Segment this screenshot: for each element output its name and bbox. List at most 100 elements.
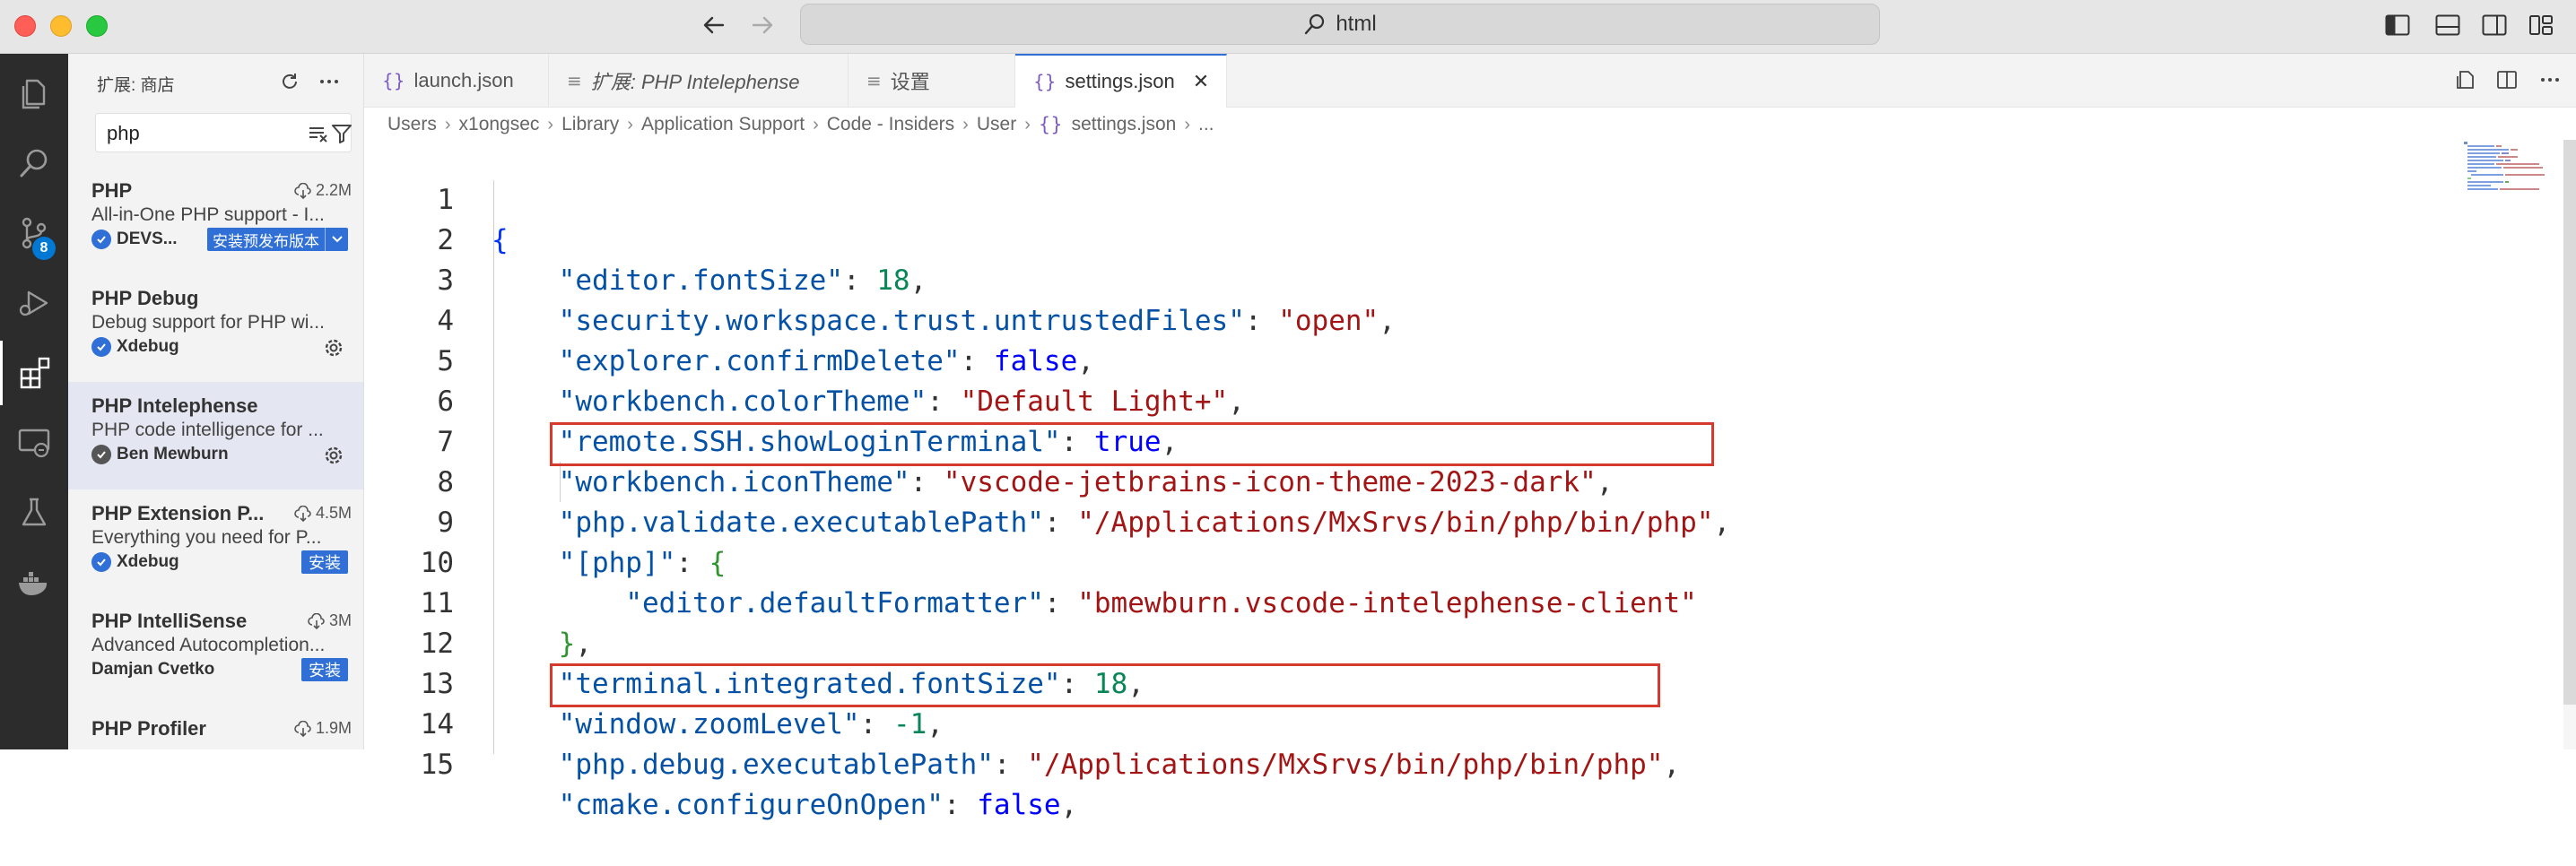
editor-more-actions-button[interactable]: [2535, 65, 2565, 95]
breadcrumb-item[interactable]: ...: [1198, 114, 1214, 135]
code-line: 12 "terminal.integrated.fontSize": 18,: [364, 584, 2517, 700]
breadcrumb-item[interactable]: Users: [387, 114, 437, 135]
open-settings-ui-button[interactable]: [2450, 65, 2481, 95]
chevron-right-icon: ›: [813, 114, 819, 134]
more-actions-button[interactable]: [314, 66, 344, 97]
code-line: 5 "workbench.colorTheme": "Default Light…: [364, 301, 2517, 418]
extension-item-php-debug[interactable]: PHP Debug Debug support for PHP wi... Xd…: [68, 274, 363, 382]
extensions-view-button[interactable]: [0, 341, 68, 405]
back-button[interactable]: [696, 9, 732, 41]
breadcrumb-item[interactable]: Code - Insiders: [827, 114, 954, 135]
clear-search-button[interactable]: [308, 123, 329, 149]
cloud-download-icon: [308, 612, 325, 629]
search-view-button[interactable]: [0, 131, 68, 195]
code-line: 9 "[php]": {: [364, 463, 2517, 579]
files-icon: [22, 79, 46, 109]
install-options-dropdown[interactable]: [325, 228, 348, 251]
docker-whale-icon: [19, 572, 48, 595]
extension-downloads: 3M: [308, 611, 352, 630]
zoom-window-button[interactable]: [86, 15, 108, 37]
line-number: 15: [420, 749, 454, 781]
run-debug-icon: [19, 290, 48, 316]
tab-launch-json[interactable]: {} launch.json: [364, 54, 549, 108]
testing-view-button[interactable]: [0, 481, 68, 545]
json-file-icon: {}: [1033, 71, 1057, 92]
extension-item-php-extension-pack[interactable]: PHP Extension P... 4.5M Everything you n…: [68, 489, 363, 597]
refresh-button[interactable]: [274, 66, 305, 97]
breadcrumb-item[interactable]: x1ongsec: [459, 114, 540, 135]
chevron-right-icon: ›: [627, 114, 633, 134]
manage-extension-button[interactable]: [321, 443, 346, 468]
extension-item-php-profiler[interactable]: PHP Profiler 1.9M: [68, 705, 363, 749]
extensions-search-input[interactable]: php: [95, 113, 352, 152]
close-window-button[interactable]: [14, 15, 36, 37]
extension-name: PHP Extension P...: [91, 502, 265, 524]
toggle-secondary-sidebar-button[interactable]: [2479, 11, 2510, 39]
title-bar: html: [0, 0, 2576, 54]
tab-settings[interactable]: ≡ 设置: [849, 54, 1015, 108]
command-center-search[interactable]: html: [800, 4, 1880, 45]
breadcrumb-item[interactable]: Library: [561, 114, 619, 135]
chevron-right-icon: ›: [1184, 114, 1190, 134]
publisher-name: DEVS...: [117, 229, 178, 248]
json-value: "/Applications/MxSrvs/bin/php/bin/php": [1027, 749, 1664, 781]
extension-description: PHP code intelligence for ...: [91, 420, 324, 440]
extension-item-php-intelephense[interactable]: PHP Intelephense PHP code intelligence f…: [68, 382, 363, 489]
extension-description: Everything you need for P...: [91, 527, 322, 548]
extension-item-php[interactable]: PHP 2.2M All-in-One PHP support - I... D…: [68, 167, 363, 274]
extensions-search-value: php: [107, 122, 140, 144]
code-line: 1 {: [364, 140, 2517, 256]
split-editor-icon: [2497, 71, 2517, 89]
filter-button[interactable]: [331, 123, 352, 149]
publisher-name: Damjan Cvetko: [91, 660, 215, 679]
json-file-icon: {}: [1038, 114, 1063, 135]
extension-downloads: 2.2M: [294, 181, 352, 200]
json-value: false: [977, 789, 1061, 821]
cloud-download-icon: [294, 505, 311, 522]
forward-button[interactable]: [744, 9, 780, 41]
run-debug-view-button[interactable]: [0, 271, 68, 335]
sidebar-header: 扩展: 商店: [68, 54, 363, 109]
scrollbar-thumb[interactable]: [2563, 140, 2576, 705]
close-tab-button[interactable]: ✕: [1193, 70, 1209, 93]
toggle-panel-button[interactable]: [2432, 11, 2463, 39]
extension-item-php-intellisense[interactable]: PHP IntelliSense 3M Advanced Autocomplet…: [68, 597, 363, 705]
search-icon: [20, 149, 48, 178]
docker-view-button[interactable]: [0, 550, 68, 615]
ellipsis-icon: [320, 80, 338, 83]
customize-layout-button[interactable]: [2526, 11, 2556, 39]
code-line: 4 "explorer.confirmDelete": false,: [364, 261, 2517, 377]
extension-description: Debug support for PHP wi...: [91, 312, 325, 333]
search-icon: [1305, 13, 1325, 35]
install-button[interactable]: 安装: [301, 658, 348, 681]
source-control-view-button[interactable]: 8: [0, 201, 68, 265]
chevron-right-icon: ›: [444, 114, 451, 134]
remote-explorer-view-button[interactable]: [0, 411, 68, 475]
explorer-view-button[interactable]: [0, 61, 68, 126]
breadcrumb-item[interactable]: Application Support: [641, 114, 805, 135]
verified-publisher-icon: [91, 229, 111, 249]
minimize-window-button[interactable]: [50, 15, 72, 37]
breadcrumb-item[interactable]: settings.json: [1072, 114, 1177, 135]
extension-name: PHP IntelliSense: [91, 610, 248, 632]
toggle-primary-sidebar-button[interactable]: [2382, 11, 2413, 39]
manage-extension-button[interactable]: [321, 335, 346, 360]
json-key: "php.debug.executablePath": [558, 749, 994, 781]
breadcrumb-item[interactable]: User: [977, 114, 1016, 135]
tab-settings-json[interactable]: {} settings.json ✕: [1015, 54, 1227, 108]
command-center-text: html: [1336, 12, 1377, 36]
tab-extension-php-intelephense[interactable]: ≡ 扩展: PHP Intelephense: [549, 54, 849, 108]
code-editor[interactable]: 1 { 2 "editor.fontSize": 18, 3 "security…: [364, 140, 2576, 821]
code-line: 8 "php.validate.executablePath": "/Appli…: [364, 422, 2517, 539]
editor-scrollbar[interactable]: [2563, 140, 2576, 749]
extension-publisher: Xdebug: [91, 552, 179, 572]
code-line: 11 },: [364, 543, 2517, 660]
publisher-name: Ben Mewburn: [117, 445, 229, 463]
tab-label: launch.json: [413, 69, 514, 91]
split-editor-button[interactable]: [2492, 65, 2522, 95]
extensions-sidebar: 扩展: 商店 php PHP 2.2M All-in-One PHP suppo…: [68, 54, 364, 749]
minimap[interactable]: [2462, 140, 2552, 194]
install-prerelease-button[interactable]: 安装预发布版本: [207, 228, 325, 251]
code-line: 15 "cmake.configureOnOpen": false,: [364, 705, 2517, 821]
install-button[interactable]: 安装: [301, 550, 348, 574]
